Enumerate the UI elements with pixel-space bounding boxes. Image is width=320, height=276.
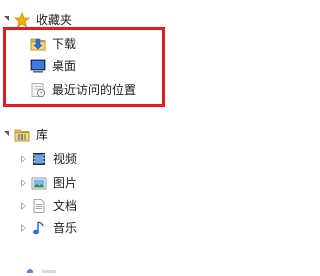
expand-arrow-icon[interactable]	[3, 131, 11, 139]
documents-library-icon	[31, 198, 47, 214]
collapse-arrow-icon[interactable]	[20, 179, 28, 187]
next-node-fragment	[0, 262, 80, 275]
libraries-item-label: 图片	[53, 176, 78, 190]
music-library-icon	[31, 220, 47, 236]
libraries-item-label: 音乐	[53, 221, 78, 235]
libraries-item-pictures[interactable]: 图片	[20, 172, 77, 194]
collapse-arrow-icon[interactable]	[20, 202, 28, 210]
collapse-arrow-icon[interactable]	[20, 224, 28, 232]
collapse-arrow-icon[interactable]	[20, 155, 28, 163]
libraries-item-music[interactable]: 音乐	[20, 217, 77, 239]
library-folder-icon	[14, 127, 30, 143]
libraries-label: 库	[36, 128, 49, 142]
libraries-item-label: 文档	[53, 199, 78, 213]
libraries-item-label: 视频	[53, 152, 78, 166]
libraries-item-documents[interactable]: 文档	[20, 195, 77, 217]
expand-arrow-icon[interactable]	[3, 16, 11, 24]
libraries-node[interactable]: 库	[3, 124, 48, 146]
video-library-icon	[31, 151, 47, 167]
navigation-pane: 收藏夹 下载 桌面 最近访问的位置 库 视频 图片 文档 音乐	[0, 0, 205, 275]
highlight-box	[3, 27, 165, 107]
favorites-label: 收藏夹	[36, 13, 73, 27]
libraries-item-video[interactable]: 视频	[20, 148, 77, 170]
star-icon	[13, 11, 31, 28]
pictures-library-icon	[31, 175, 47, 191]
